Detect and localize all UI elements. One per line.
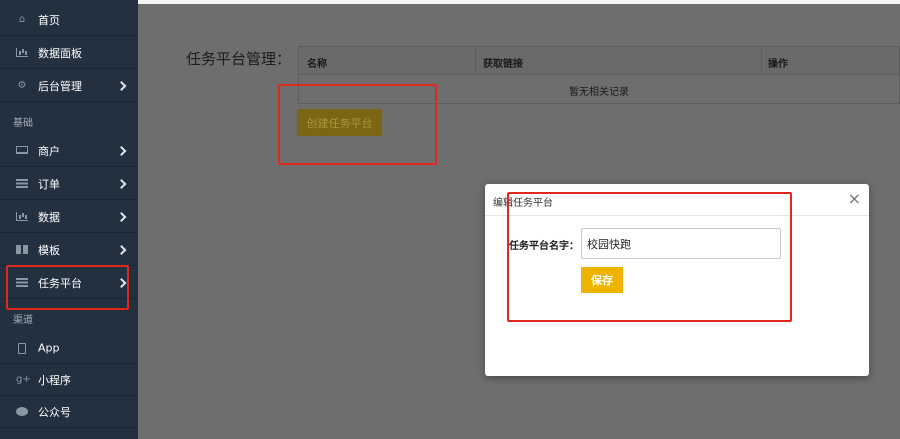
section-channel: 渠道 <box>13 315 33 326</box>
sidebar-item-app[interactable]: App <box>0 332 138 364</box>
sidebar-item-official-account[interactable]: 公众号 <box>0 396 138 428</box>
chevron-right-icon <box>116 178 127 189</box>
chevron-right-icon <box>116 211 127 222</box>
sidebar-item-merchant[interactable]: 商户 <box>0 135 138 167</box>
phone-icon <box>16 342 28 354</box>
grid-icon <box>16 244 28 255</box>
sidebar-item-label: 后台管理 <box>38 79 82 93</box>
home-icon: ⌂ <box>18 13 26 25</box>
annotation-highlight-create-button <box>278 84 437 165</box>
sidebar-item-templates[interactable]: 模板 <box>0 234 138 266</box>
column-divider <box>761 47 762 75</box>
sidebar-item-label: 小程序 <box>38 373 71 387</box>
column-divider <box>475 47 476 75</box>
bar-chart-icon <box>16 211 28 222</box>
top-bar <box>138 0 900 4</box>
annotation-highlight-dialog-form <box>507 192 792 322</box>
sidebar-item-miniprogram[interactable]: g+ 小程序 <box>0 364 138 396</box>
laptop-icon <box>16 145 28 156</box>
sidebar-item-label: 公众号 <box>38 405 71 419</box>
column-header-actions: 操作 <box>768 59 788 70</box>
sidebar-item-orders[interactable]: 订单 <box>0 168 138 200</box>
section-basic: 基础 <box>13 118 33 129</box>
annotation-highlight-sidebar <box>6 265 129 310</box>
column-header-link: 获取链接 <box>483 59 523 70</box>
chevron-right-icon <box>116 244 127 255</box>
close-icon[interactable]: × <box>848 191 861 207</box>
sidebar-item-home[interactable]: ⌂ 首页 <box>0 4 138 36</box>
chevron-right-icon <box>116 145 127 156</box>
page-title: 任务平台管理： <box>186 50 292 68</box>
bar-chart-icon <box>16 47 28 58</box>
sidebar-item-label: 订单 <box>38 177 60 191</box>
google-plus-icon: g+ <box>16 373 31 385</box>
sidebar-item-label: App <box>38 341 60 354</box>
table-header: 名称 获取链接 操作 <box>298 46 900 75</box>
sidebar-item-dashboard[interactable]: 数据面板 <box>0 37 138 69</box>
sidebar-item-label: 商户 <box>38 144 60 158</box>
sidebar-item-label: 数据 <box>38 210 60 224</box>
chevron-right-icon <box>116 80 127 91</box>
sidebar-item-label: 模板 <box>38 243 60 257</box>
sidebar-item-backend[interactable]: ⚙ 后台管理 <box>0 70 138 102</box>
column-header-name: 名称 <box>307 59 327 70</box>
gears-icon: ⚙ <box>17 79 27 91</box>
list-icon <box>16 178 28 189</box>
sidebar-item-label: 数据面板 <box>38 46 82 60</box>
sidebar-item-label: 首页 <box>38 13 60 27</box>
sidebar: ⌂ 首页 数据面板 ⚙ 后台管理 基础 商户 订单 数据 模板 任务平台 渠道 <box>0 0 138 439</box>
chat-icon <box>16 406 28 417</box>
sidebar-item-data[interactable]: 数据 <box>0 201 138 233</box>
